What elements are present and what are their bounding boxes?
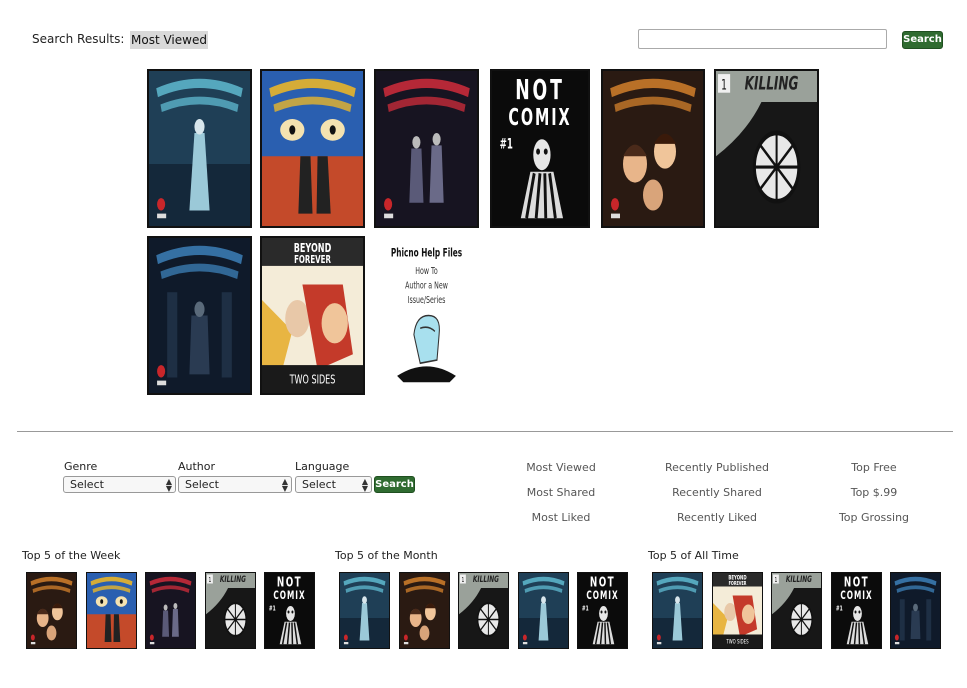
- svg-text:Issue/Series: Issue/Series: [408, 293, 446, 305]
- svg-text:#1: #1: [269, 606, 276, 613]
- help-cover-art: Phicno Help Files How To Author a New Issue…: [374, 236, 479, 395]
- link-most-liked[interactable]: Most Liked: [491, 511, 631, 524]
- comic-cover[interactable]: NOT COMIX #1: [490, 69, 590, 228]
- genre-select[interactable]: Select ▲ ▼: [63, 476, 176, 493]
- author-select-value: Select: [185, 478, 219, 491]
- svg-text:NOT: NOT: [843, 573, 868, 590]
- language-select[interactable]: Select ▲ ▼: [295, 476, 372, 493]
- top5-thumbnail[interactable]: NOT COMIX #1: [577, 572, 628, 649]
- comic-cover[interactable]: [260, 69, 365, 228]
- link-top-99[interactable]: Top $.99: [804, 486, 944, 499]
- top5-thumbnail[interactable]: NOT COMIX #1: [830, 572, 882, 649]
- comic-cover[interactable]: BEYOND FOREVER TWO SIDES: [260, 236, 365, 395]
- svg-text:KILLING: KILLING: [745, 72, 799, 95]
- select-arrows-icon: ▲ ▼: [281, 477, 288, 493]
- top5-thumbnail[interactable]: NOT COMIX #1: [264, 572, 315, 649]
- svg-text:1: 1: [208, 577, 211, 584]
- comic-cover[interactable]: Phicno Help Files How To Author a New Issue…: [374, 236, 479, 395]
- top5-thumbnail[interactable]: [339, 572, 390, 649]
- svg-text:KILLING: KILLING: [473, 574, 499, 585]
- search-button[interactable]: Search: [902, 31, 943, 49]
- select-arrows-icon: ▲ ▼: [165, 477, 172, 493]
- top5-thumbnail[interactable]: [890, 572, 941, 649]
- svg-text:TWO SIDES: TWO SIDES: [289, 373, 336, 387]
- svg-text:FOREVER: FOREVER: [728, 580, 746, 587]
- genre-label: Genre: [64, 460, 98, 473]
- svg-text:NOT: NOT: [590, 573, 615, 590]
- author-label: Author: [178, 460, 216, 473]
- divider: [17, 431, 953, 432]
- svg-text:1: 1: [462, 577, 465, 584]
- top5-alltime-title: Top 5 of All Time: [648, 549, 739, 562]
- svg-text:COMIX: COMIX: [508, 104, 571, 132]
- top5-thumbnail[interactable]: KILLING 1: [771, 572, 822, 649]
- svg-text:#1: #1: [500, 135, 513, 152]
- svg-text:COMIX: COMIX: [586, 590, 618, 603]
- language-select-value: Select: [302, 478, 336, 491]
- select-arrows-icon: ▲ ▼: [361, 477, 368, 493]
- svg-text:KILLING: KILLING: [219, 574, 245, 585]
- search-input[interactable]: [638, 29, 887, 49]
- comic-cover[interactable]: [147, 69, 252, 228]
- language-label: Language: [295, 460, 350, 473]
- filter-search-button[interactable]: Search: [374, 476, 415, 493]
- comic-cover[interactable]: [147, 236, 252, 395]
- link-top-grossing[interactable]: Top Grossing: [804, 511, 944, 524]
- top5-thumbnail[interactable]: [517, 572, 569, 649]
- top5-thumbnail[interactable]: [398, 572, 450, 649]
- comic-cover[interactable]: [374, 69, 479, 228]
- top5-thumbnail[interactable]: [145, 572, 196, 649]
- results-filter-badge: Most Viewed: [130, 31, 208, 49]
- top5-thumbnail[interactable]: [26, 572, 77, 649]
- link-recently-shared[interactable]: Recently Shared: [647, 486, 787, 499]
- link-most-viewed[interactable]: Most Viewed: [491, 461, 631, 474]
- top5-thumbnail[interactable]: [85, 572, 137, 649]
- top5-thumbnail[interactable]: KILLING 1: [458, 572, 509, 649]
- svg-text:COMIX: COMIX: [273, 590, 305, 603]
- svg-text:TWO SIDES: TWO SIDES: [725, 639, 748, 646]
- svg-text:Author a New: Author a New: [405, 279, 448, 291]
- top5-week-title: Top 5 of the Week: [22, 549, 121, 562]
- svg-text:FOREVER: FOREVER: [294, 255, 331, 267]
- author-select[interactable]: Select ▲ ▼: [178, 476, 292, 493]
- link-recently-liked[interactable]: Recently Liked: [647, 511, 787, 524]
- svg-text:1: 1: [721, 77, 727, 94]
- link-recently-published[interactable]: Recently Published: [647, 461, 787, 474]
- search-results-label: Search Results:: [32, 32, 125, 46]
- svg-text:Phicno Help Files: Phicno Help Files: [391, 247, 462, 260]
- comic-cover[interactable]: [601, 69, 705, 228]
- svg-text:1: 1: [775, 577, 778, 584]
- svg-text:#1: #1: [835, 606, 842, 613]
- svg-text:NOT: NOT: [277, 573, 302, 590]
- svg-text:#1: #1: [582, 606, 589, 613]
- top5-thumbnail[interactable]: KILLING 1: [204, 572, 256, 649]
- top5-thumbnail[interactable]: [652, 572, 703, 649]
- link-most-shared[interactable]: Most Shared: [491, 486, 631, 499]
- genre-select-value: Select: [70, 478, 104, 491]
- top5-month-title: Top 5 of the Month: [335, 549, 438, 562]
- svg-text:NOT: NOT: [515, 74, 565, 106]
- svg-text:KILLING: KILLING: [786, 574, 812, 585]
- comic-cover[interactable]: KILLING 1: [714, 69, 819, 228]
- svg-text:COMIX: COMIX: [840, 590, 872, 603]
- svg-text:BEYOND: BEYOND: [294, 241, 332, 255]
- svg-text:How To: How To: [415, 265, 437, 277]
- top5-thumbnail[interactable]: BEYOND FOREVER TWO SIDES: [711, 572, 763, 649]
- link-top-free[interactable]: Top Free: [804, 461, 944, 474]
